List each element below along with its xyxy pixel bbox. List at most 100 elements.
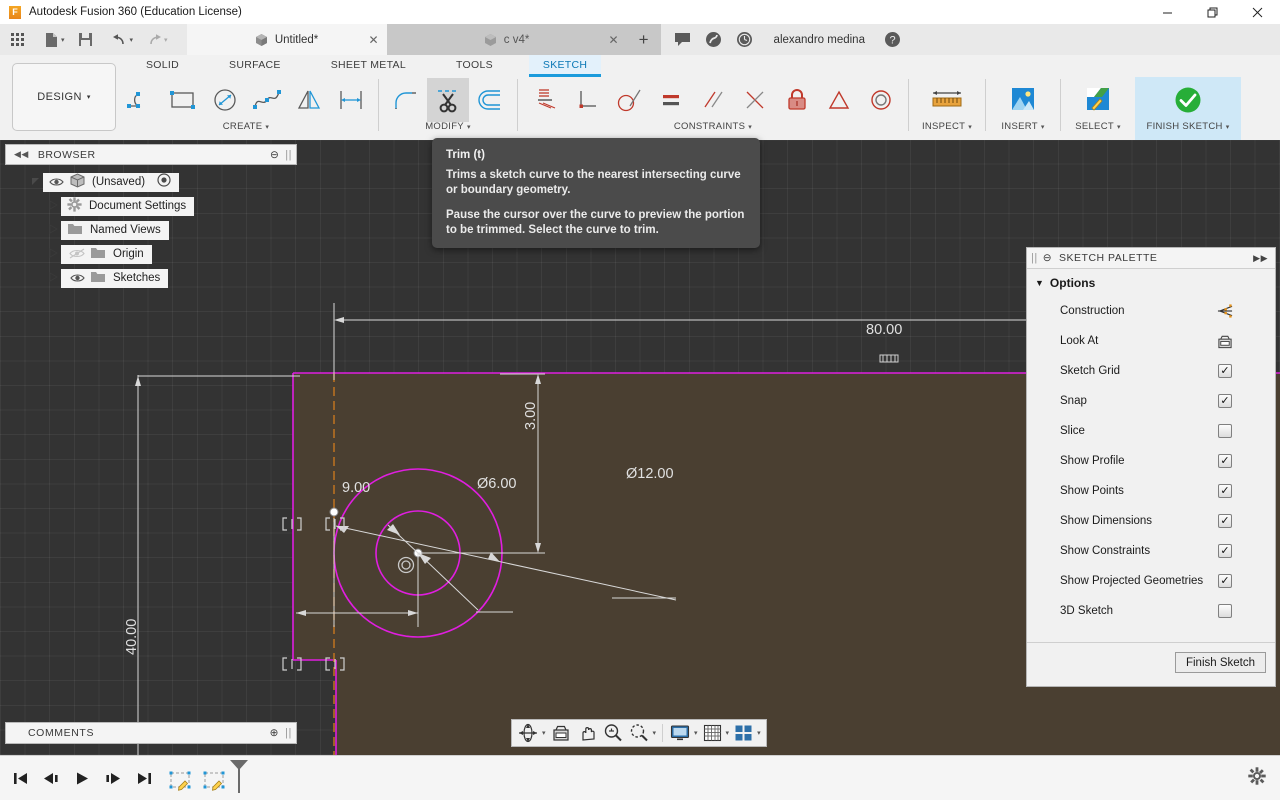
browser-node-document-settings[interactable]: Document Settings xyxy=(5,194,297,218)
spline-tool[interactable] xyxy=(246,78,288,122)
document-tab-cv4[interactable]: c v4* ✕ xyxy=(386,24,627,55)
palette-option-show-points[interactable]: Show Points ✓ xyxy=(1027,476,1275,506)
visibility-eye-off-icon[interactable] xyxy=(67,248,87,259)
timeline-feature-sketch2[interactable] xyxy=(200,768,230,798)
show-constraints-checkbox[interactable]: ✓ xyxy=(1217,544,1233,558)
ribbon-panel-insert-label[interactable]: INSERT ▾ xyxy=(992,121,1054,132)
hole-x-dimension-label[interactable]: 9.00 xyxy=(342,480,370,496)
visibility-eye-icon[interactable] xyxy=(46,177,66,187)
sketch-dimension-tool[interactable] xyxy=(330,78,372,122)
redo-caret-icon[interactable]: ▾ xyxy=(164,36,168,44)
look-at-tool[interactable] xyxy=(548,721,574,745)
rectangle-tool[interactable] xyxy=(162,78,204,122)
ribbon-panel-create-label[interactable]: CREATE ▾ xyxy=(120,121,372,132)
zoom-tool[interactable] xyxy=(600,721,626,745)
document-tab-untitled[interactable]: Untitled* ✕ xyxy=(186,24,387,55)
finish-sketch-button[interactable]: Finish Sketch xyxy=(1174,652,1266,673)
concentric-constraint[interactable] xyxy=(860,78,902,122)
browser-collapse-icon[interactable]: ◀◀ xyxy=(14,149,29,160)
palette-option-snap[interactable]: Snap ✓ xyxy=(1027,386,1275,416)
expand-arrow-icon[interactable] xyxy=(45,200,61,212)
palette-option-show-projected-geometries[interactable]: Show Projected Geometries ✓ xyxy=(1027,566,1275,596)
tangent-constraint[interactable] xyxy=(608,78,650,122)
display-settings-caret-icon[interactable]: ▾ xyxy=(694,729,698,737)
palette-option-construction[interactable]: Construction xyxy=(1027,296,1275,326)
sketch-grid-checkbox[interactable]: ✓ xyxy=(1217,364,1233,378)
ribbon-tab-solid[interactable]: SOLID xyxy=(132,55,193,77)
orbit-tool[interactable] xyxy=(515,721,541,745)
new-document-caret-icon[interactable]: ▾ xyxy=(61,36,65,44)
browser-node-sketches[interactable]: Sketches xyxy=(5,266,297,290)
comments-grip-icon[interactable]: || xyxy=(285,727,292,739)
expand-arrow-icon[interactable] xyxy=(45,248,61,260)
grid-snaps-caret-icon[interactable]: ▾ xyxy=(726,729,730,737)
ribbon-panel-inspect-label[interactable]: INSPECT ▾ xyxy=(915,121,979,132)
hole-y-dimension-label[interactable]: 3.00 xyxy=(523,402,539,430)
user-name-label[interactable]: alexandro medina xyxy=(774,34,865,46)
palette-option-slice[interactable]: Slice xyxy=(1027,416,1275,446)
construction-line-icon[interactable] xyxy=(1217,304,1233,318)
help-question-icon[interactable]: ? xyxy=(877,24,908,55)
show-points-checkbox[interactable]: ✓ xyxy=(1217,484,1233,498)
ribbon-panel-modify-label[interactable]: MODIFY ▾ xyxy=(385,121,511,132)
snap-checkbox[interactable]: ✓ xyxy=(1217,394,1233,408)
palette-option-3d-sketch[interactable]: 3D Sketch xyxy=(1027,596,1275,626)
fillet-tool[interactable] xyxy=(385,78,427,122)
palette-grip-icon[interactable]: || xyxy=(1031,252,1038,264)
equal-constraint[interactable] xyxy=(650,78,692,122)
timeline-marker[interactable] xyxy=(228,759,250,798)
comments-bar[interactable]: COMMENTS ⊕ || xyxy=(5,722,297,744)
three-d-sketch-checkbox[interactable] xyxy=(1217,604,1233,618)
palette-option-show-constraints[interactable]: Show Constraints ✓ xyxy=(1027,536,1275,566)
ribbon-panel-finish-sketch-label[interactable]: FINISH SKETCH ▾ xyxy=(1135,121,1241,132)
browser-node-unsaved[interactable]: (Unsaved) xyxy=(5,170,297,194)
activate-component-icon[interactable] xyxy=(157,173,171,190)
select-tool[interactable] xyxy=(1077,78,1119,122)
timeline-play-button[interactable] xyxy=(70,756,94,800)
browser-node-origin[interactable]: Origin xyxy=(5,242,297,266)
palette-minimize-icon[interactable]: ⊖ xyxy=(1043,252,1052,264)
recent-clock-icon[interactable] xyxy=(729,24,760,55)
measure-tool[interactable] xyxy=(926,78,968,122)
ribbon-panel-select-label[interactable]: SELECT ▾ xyxy=(1067,121,1129,132)
palette-option-show-profile[interactable]: Show Profile ✓ xyxy=(1027,446,1275,476)
browser-node-named-views[interactable]: Named Views xyxy=(5,218,297,242)
grid-snaps-tool[interactable] xyxy=(700,721,725,745)
visibility-eye-icon[interactable] xyxy=(67,273,87,283)
timeline-step-forward-button[interactable] xyxy=(101,756,125,800)
close-button[interactable] xyxy=(1235,0,1280,24)
viewports-caret-icon[interactable]: ▾ xyxy=(757,729,761,737)
inner-circle-diameter-label[interactable]: Ø6.00 xyxy=(477,476,517,492)
expand-arrow-icon[interactable] xyxy=(45,224,61,236)
palette-option-show-dimensions[interactable]: Show Dimensions ✓ xyxy=(1027,506,1275,536)
ribbon-tab-surface[interactable]: SURFACE xyxy=(215,55,295,77)
height-dimension-label[interactable]: 40.00 xyxy=(124,619,140,655)
zoom-window-tool[interactable] xyxy=(626,721,652,745)
expand-arrow-icon[interactable] xyxy=(45,272,61,284)
pan-tool[interactable] xyxy=(574,721,600,745)
add-comment-icon[interactable]: ⊕ xyxy=(270,727,279,739)
slice-checkbox[interactable] xyxy=(1217,424,1233,438)
palette-expand-icon[interactable]: ▶▶ xyxy=(1253,253,1268,264)
ribbon-panel-constraints-label[interactable]: CONSTRAINTS ▾ xyxy=(524,121,902,132)
show-projected-geometries-checkbox[interactable]: ✓ xyxy=(1217,574,1233,588)
minimize-button[interactable] xyxy=(1145,0,1190,24)
palette-option-look-at[interactable]: Look At xyxy=(1027,326,1275,356)
show-profile-checkbox[interactable]: ✓ xyxy=(1217,454,1233,468)
ribbon-tab-sketch[interactable]: SKETCH xyxy=(528,55,602,77)
undo-caret-icon[interactable]: ▾ xyxy=(130,36,134,44)
gear-icon[interactable] xyxy=(1248,766,1266,790)
ribbon-tab-sheet-metal[interactable]: SHEET METAL xyxy=(317,55,420,77)
timeline-end-button[interactable] xyxy=(132,756,156,800)
expand-arrow-icon[interactable] xyxy=(27,177,43,188)
insert-image-tool[interactable] xyxy=(1002,78,1044,122)
fix-unfix-constraint[interactable] xyxy=(776,78,818,122)
line-tool[interactable] xyxy=(120,78,162,122)
app-grid-icon[interactable] xyxy=(4,27,30,53)
palette-option-sketch-grid[interactable]: Sketch Grid ✓ xyxy=(1027,356,1275,386)
workspace-switcher-design[interactable]: DESIGN ▾ xyxy=(12,63,116,131)
timeline-begin-button[interactable] xyxy=(8,756,32,800)
ribbon-tab-tools[interactable]: TOOLS xyxy=(442,55,507,77)
show-dimensions-checkbox[interactable]: ✓ xyxy=(1217,514,1233,528)
save-icon[interactable] xyxy=(73,27,99,53)
